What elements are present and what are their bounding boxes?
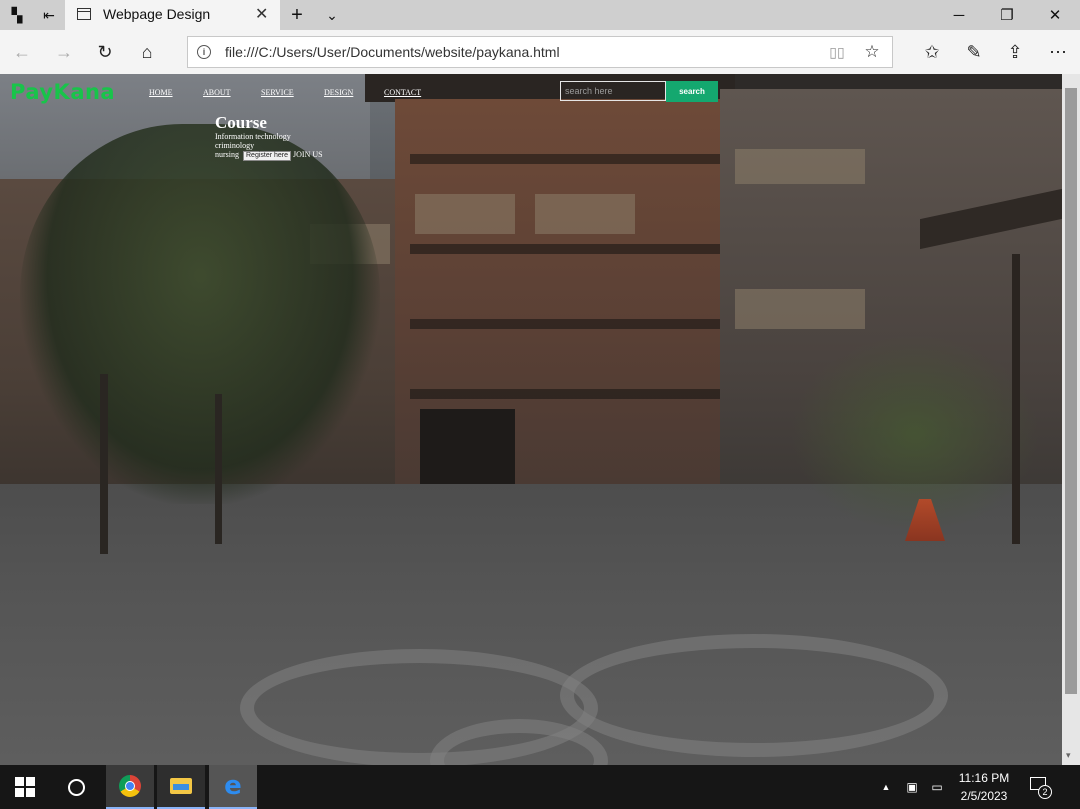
nav-link-home[interactable]: HOME <box>149 88 173 97</box>
notification-count-badge: 2 <box>1038 785 1052 799</box>
windows-logo-icon <box>15 777 35 797</box>
address-bar[interactable]: i file:///C:/Users/User/Documents/websit… <box>187 36 893 68</box>
course-item-row: nursing Register here JOIN US <box>215 150 323 161</box>
share-icon[interactable]: ⇪ <box>1003 40 1027 64</box>
clock-date: 2/5/2023 <box>960 789 1008 803</box>
set-aside-tabs-icon[interactable]: ⇤ <box>38 4 60 26</box>
background-tree-trunk <box>100 374 108 554</box>
browser-tab[interactable]: Webpage Design ✕ <box>65 0 280 30</box>
background-window <box>735 149 865 184</box>
scrollbar-thumb[interactable] <box>1065 88 1077 694</box>
nav-link-contact[interactable]: CONTACT <box>384 88 421 97</box>
course-section: Course Information technology criminolog… <box>215 113 323 161</box>
page-icon <box>77 8 91 20</box>
cortana-icon <box>67 778 85 796</box>
background-window <box>535 194 635 234</box>
security-alert-icon[interactable]: ▣ <box>901 765 923 809</box>
chrome-icon <box>119 775 141 797</box>
scroll-down-arrow-icon[interactable]: ▾ <box>1066 750 1071 761</box>
taskbar: e ▲ ▣ ▭ 11:16 PM 2/5/2023 2 <box>0 765 1080 809</box>
vertical-scrollbar[interactable]: ▾ <box>1062 74 1080 765</box>
site-logo: PayKana <box>10 80 116 104</box>
action-center-button[interactable]: 2 <box>1028 775 1052 799</box>
close-tab-icon[interactable]: ✕ <box>255 4 268 24</box>
nav-link-about[interactable]: ABOUT <box>203 88 231 97</box>
background-window <box>410 389 720 399</box>
course-item: Information technology <box>215 132 291 141</box>
favorite-star-icon[interactable]: ☆ <box>862 42 882 62</box>
nav-link-service[interactable]: SERVICE <box>261 88 294 97</box>
tab-title: Webpage Design <box>103 6 211 22</box>
refresh-icon[interactable]: ↻ <box>93 40 117 64</box>
browser-tab-strip: ▚ ⇤ Webpage Design ✕ + ⌄ ─ ❐ ✕ <box>0 0 1080 30</box>
background-window <box>415 194 515 234</box>
pen-icon[interactable]: ✎ <box>962 40 986 64</box>
new-tab-icon[interactable]: + <box>286 4 308 26</box>
background-window <box>735 289 865 329</box>
edge-icon: e <box>224 771 242 801</box>
search-input[interactable] <box>560 81 666 101</box>
cortana-search-button[interactable] <box>53 765 99 809</box>
more-icon[interactable]: ⋯ <box>1046 40 1070 64</box>
background-window <box>410 154 720 164</box>
background-ground-marking <box>560 634 948 757</box>
browser-toolbar: ← → ↻ ⌂ i file:///C:/Users/User/Document… <box>0 30 1080 74</box>
back-icon[interactable]: ← <box>10 40 34 64</box>
background-tree <box>20 124 380 504</box>
home-icon[interactable]: ⌂ <box>135 40 159 64</box>
tab-preview-icon[interactable]: ▚ <box>6 4 28 26</box>
search-button[interactable]: search <box>666 81 718 102</box>
network-icon[interactable]: ▭ <box>926 765 948 809</box>
show-hidden-icons-chevron-icon[interactable]: ▲ <box>878 765 894 809</box>
taskbar-app-chrome[interactable] <box>106 765 154 809</box>
join-us-link[interactable]: JOIN US <box>293 150 323 159</box>
taskbar-app-edge[interactable]: e <box>209 765 257 809</box>
background-pole <box>1012 254 1020 544</box>
tab-list-chevron-icon[interactable]: ⌄ <box>321 4 343 26</box>
background-gate <box>420 409 515 484</box>
start-button[interactable] <box>0 765 50 809</box>
background-window <box>410 244 720 254</box>
nav-link-design[interactable]: DESIGN <box>324 88 353 97</box>
clock-time: 11:16 PM <box>958 771 1010 785</box>
file-explorer-icon <box>170 778 192 794</box>
reading-view-icon[interactable]: ▯▯ <box>828 43 846 61</box>
course-title: Course <box>215 113 267 132</box>
course-item: criminology <box>215 141 255 150</box>
url-text[interactable]: file:///C:/Users/User/Documents/website/… <box>225 44 560 60</box>
taskbar-app-file-explorer[interactable] <box>157 765 205 809</box>
register-button[interactable]: Register here <box>243 151 292 161</box>
background-tree <box>790 334 1040 534</box>
forward-icon[interactable]: → <box>52 40 76 64</box>
course-item: nursing <box>215 150 239 159</box>
restore-button[interactable]: ❐ <box>984 3 1030 27</box>
info-icon[interactable]: i <box>197 45 211 59</box>
web-page: PayKana HOME ABOUT SERVICE DESIGN CONTAC… <box>0 74 1062 765</box>
system-clock[interactable]: 11:16 PM 2/5/2023 <box>952 769 1016 805</box>
favorites-hub-icon[interactable]: ✩ <box>920 40 944 64</box>
background-window <box>410 319 720 329</box>
minimize-button[interactable]: ─ <box>936 3 982 27</box>
background-tree-trunk <box>215 394 222 544</box>
close-window-button[interactable]: ✕ <box>1032 3 1078 27</box>
